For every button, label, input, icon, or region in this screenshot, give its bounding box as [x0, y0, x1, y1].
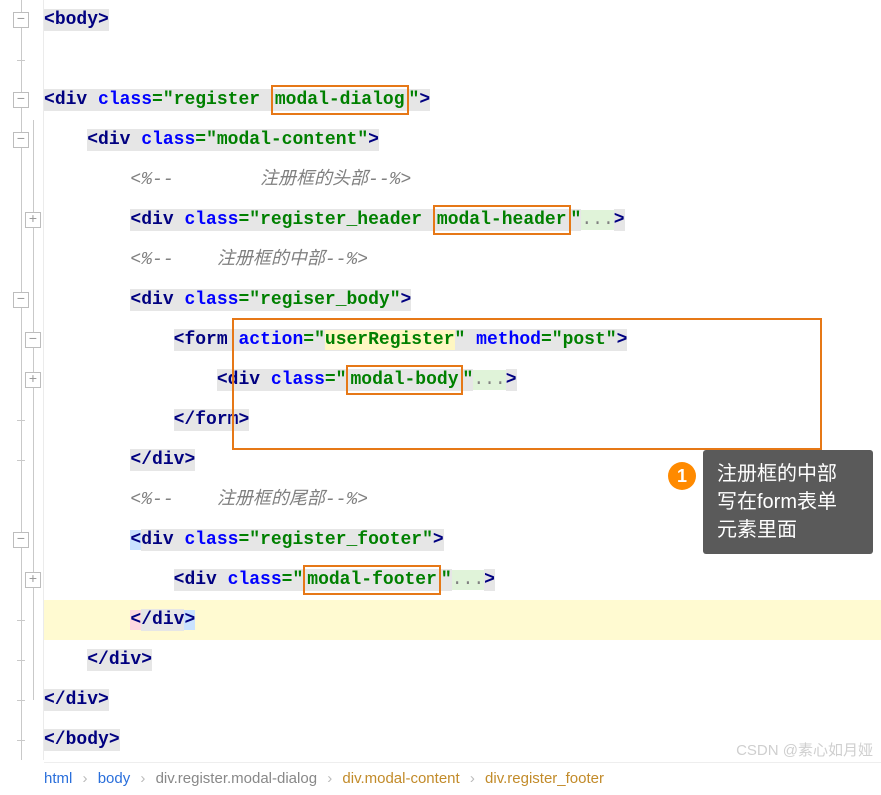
callout-text: 写在form表单	[717, 488, 859, 516]
code-line[interactable]: <div class="modal-body"...>	[44, 360, 881, 400]
callout-text: 注册框的中部	[717, 460, 859, 488]
code-editor[interactable]: <body> <div class="register modal-dialog…	[0, 0, 881, 760]
breadcrumb[interactable]: html › body › div.register.modal-dialog …	[44, 762, 881, 794]
breadcrumb-item[interactable]: div.modal-content	[342, 770, 459, 787]
breadcrumb-item[interactable]: html	[44, 770, 72, 787]
fold-icon[interactable]	[13, 532, 29, 548]
code-line[interactable]	[44, 40, 881, 80]
code-line[interactable]: <div class="modal-footer"...>	[44, 560, 881, 600]
fold-icon[interactable]	[13, 132, 29, 148]
fold-icon[interactable]	[25, 572, 41, 588]
annotation-callout: 注册框的中部 写在form表单 元素里面	[703, 450, 873, 554]
code-line[interactable]: <form action="userRegister" method="post…	[44, 320, 881, 360]
fold-icon[interactable]	[13, 92, 29, 108]
code-line[interactable]: <div class="modal-content">	[44, 120, 881, 160]
callout-number: 1	[668, 462, 696, 490]
code-area[interactable]: <body> <div class="register modal-dialog…	[44, 0, 881, 760]
code-line[interactable]: <%-- 注册框的头部--%>	[44, 160, 881, 200]
fold-icon[interactable]	[25, 372, 41, 388]
gutter	[0, 0, 44, 760]
code-line[interactable]: <div class="regiser_body">	[44, 280, 881, 320]
fold-icon[interactable]	[13, 12, 29, 28]
code-line[interactable]: </div>	[44, 640, 881, 680]
breadcrumb-item[interactable]: div.register_footer	[485, 770, 604, 787]
code-line[interactable]: <div class="register_header modal-header…	[44, 200, 881, 240]
fold-icon[interactable]	[25, 332, 41, 348]
chevron-right-icon: ›	[470, 770, 475, 787]
code-line[interactable]: <%-- 注册框的中部--%>	[44, 240, 881, 280]
callout-text: 元素里面	[717, 516, 859, 544]
code-line[interactable]: <div class="register modal-dialog">	[44, 80, 881, 120]
breadcrumb-item[interactable]: body	[98, 770, 131, 787]
chevron-right-icon: ›	[327, 770, 332, 787]
code-line[interactable]: <body>	[44, 0, 881, 40]
watermark: CSDN @素心如月娅	[736, 739, 873, 760]
code-line[interactable]: </div>	[44, 680, 881, 720]
code-line[interactable]: </div>	[44, 600, 881, 640]
chevron-right-icon: ›	[83, 770, 88, 787]
chevron-right-icon: ›	[140, 770, 145, 787]
code-line[interactable]: </form>	[44, 400, 881, 440]
fold-icon[interactable]	[25, 212, 41, 228]
breadcrumb-item[interactable]: div.register.modal-dialog	[156, 770, 317, 787]
fold-icon[interactable]	[13, 292, 29, 308]
